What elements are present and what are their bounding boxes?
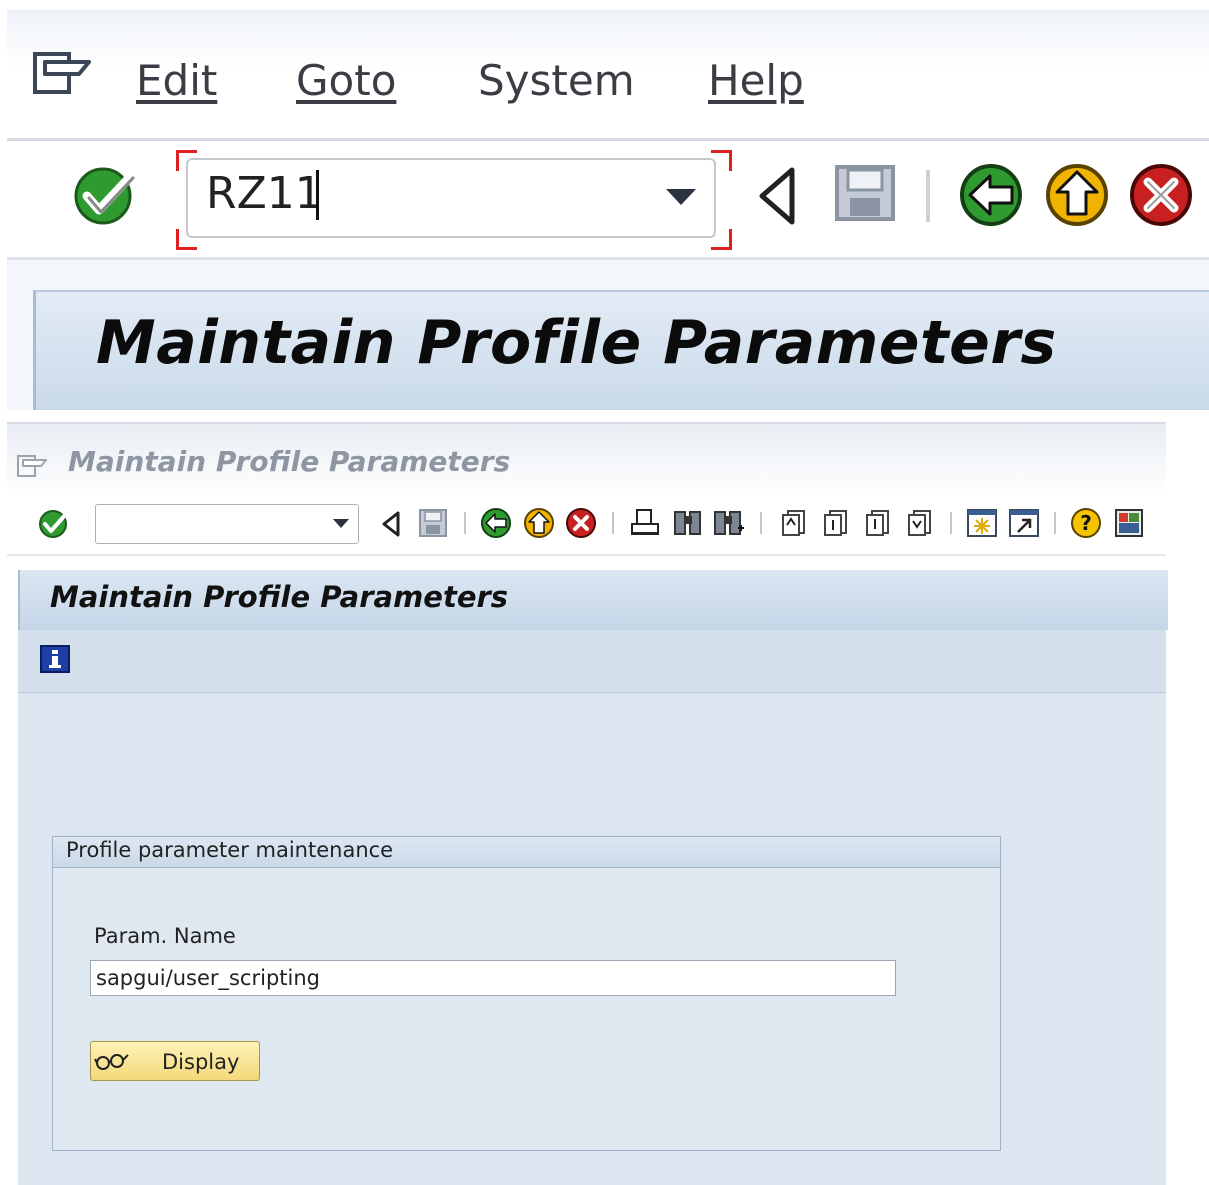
back-icon[interactable]	[958, 162, 1026, 228]
toolbar-separator	[1054, 512, 1056, 534]
create-session-icon[interactable]	[966, 508, 998, 538]
svg-text:?: ?	[1080, 511, 1092, 535]
screen-title: Maintain Profile Parameters	[50, 580, 509, 614]
enter-icon[interactable]	[73, 166, 139, 226]
menu-icon[interactable]	[17, 454, 49, 478]
menu-system[interactable]: System	[478, 56, 635, 105]
cancel-icon[interactable]	[1128, 162, 1194, 228]
group-box-title: Profile parameter maintenance	[66, 838, 394, 862]
find-next-icon[interactable]	[712, 508, 746, 538]
param-name-value: sapgui/user_scripting	[96, 966, 320, 990]
first-page-icon[interactable]	[778, 508, 810, 538]
find-icon[interactable]	[672, 508, 704, 538]
exit-icon[interactable]	[1044, 162, 1110, 228]
command-field-value: RZ11	[206, 168, 323, 219]
glasses-icon	[94, 1054, 129, 1070]
dropdown-arrow-icon[interactable]	[332, 518, 350, 529]
toolbar-separator	[612, 512, 614, 534]
info-icon[interactable]	[40, 645, 70, 673]
param-name-label: Param. Name	[94, 924, 236, 948]
toolbar-separator	[464, 512, 466, 534]
application-toolbar	[18, 630, 1166, 693]
command-field[interactable]	[95, 504, 359, 544]
menu-goto[interactable]: Goto	[296, 56, 396, 105]
enter-icon[interactable]	[38, 509, 70, 539]
menu-help[interactable]: Help	[708, 56, 804, 105]
previous-page-icon[interactable]	[820, 508, 852, 538]
menu-icon[interactable]	[33, 50, 95, 96]
save-icon[interactable]	[418, 508, 448, 538]
history-back-icon[interactable]	[380, 510, 402, 538]
layout-menu-icon[interactable]	[1114, 508, 1146, 538]
toolbar-separator	[926, 170, 930, 222]
help-icon[interactable]: ?	[1070, 507, 1104, 539]
zoomed-screen-title: Maintain Profile Parameters	[96, 308, 1057, 378]
menu-edit[interactable]: Edit	[136, 56, 217, 105]
back-icon[interactable]	[480, 507, 514, 539]
cancel-icon[interactable]	[565, 507, 599, 539]
toolbar-separator	[760, 512, 762, 534]
exit-icon[interactable]	[523, 507, 557, 539]
toolbar-separator	[950, 512, 952, 534]
window-title: Maintain Profile Parameters	[68, 445, 511, 478]
last-page-icon[interactable]	[904, 508, 936, 538]
display-button-label: Display	[162, 1050, 240, 1074]
generate-shortcut-icon[interactable]	[1008, 508, 1040, 538]
save-icon[interactable]	[834, 164, 896, 222]
text-cursor	[316, 170, 319, 220]
next-page-icon[interactable]	[862, 508, 894, 538]
print-icon[interactable]	[630, 508, 660, 538]
dropdown-arrow-icon[interactable]	[664, 187, 698, 207]
history-back-icon[interactable]	[756, 166, 798, 226]
